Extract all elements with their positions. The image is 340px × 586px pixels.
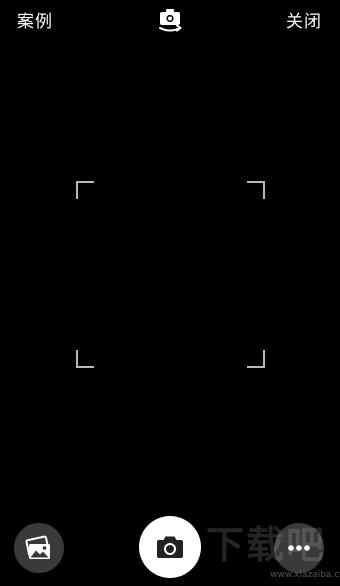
gallery-icon [25,535,50,559]
top-bar: 案例 关闭 [0,0,340,44]
scan-frame-corner-bottom-left [76,350,94,368]
more-dots-icon [288,545,310,551]
gallery-button[interactable] [14,523,64,573]
camera-icon [157,536,183,558]
close-button[interactable]: 关闭 [286,10,322,34]
switch-camera-button[interactable] [154,7,186,35]
scan-frame [76,181,265,368]
bottom-bar [0,510,340,586]
more-button[interactable] [274,523,324,573]
shutter-button[interactable] [139,516,201,578]
scan-frame-corner-top-right [247,181,265,199]
scan-frame-corner-top-left [76,181,94,199]
examples-button[interactable]: 案例 [17,10,53,34]
scan-frame-corner-bottom-right [247,350,265,368]
camera-switch-icon [159,9,182,32]
